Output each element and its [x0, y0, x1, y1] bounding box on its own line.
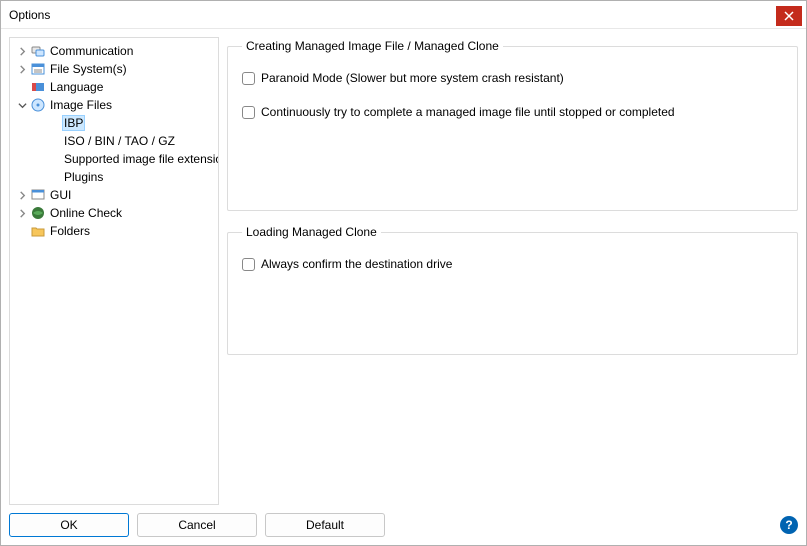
tree-item-label: Plugins	[62, 170, 105, 184]
content-panel: Creating Managed Image File / Managed Cl…	[227, 37, 798, 505]
chevron-right-icon[interactable]	[14, 209, 30, 218]
tree-item-language[interactable]: Language	[10, 78, 218, 96]
ok-button[interactable]: OK	[9, 513, 129, 537]
tree-item-communication[interactable]: Communication	[10, 42, 218, 60]
tree-item-label: GUI	[48, 188, 73, 202]
lang-icon	[30, 79, 46, 95]
chevron-right-icon[interactable]	[14, 65, 30, 74]
tree-item-label: Language	[48, 80, 105, 94]
tree-item-label: IBP	[62, 115, 85, 131]
dialog-body: Communication File System(s) Language Image…	[1, 29, 806, 509]
chevron-right-icon[interactable]	[14, 191, 30, 200]
tree-item-online-check[interactable]: Online Check	[10, 204, 218, 222]
image-icon	[30, 97, 46, 113]
tree-item-folders[interactable]: Folders	[10, 222, 218, 240]
tree-item-supported-image-file-extension[interactable]: Supported image file extension	[10, 150, 218, 168]
tree-item-label: Communication	[48, 44, 135, 58]
tree-item-label: Image Files	[48, 98, 114, 112]
folder-icon	[30, 223, 46, 239]
tree-item-gui[interactable]: GUI	[10, 186, 218, 204]
titlebar: Options	[1, 1, 806, 29]
tree-item-file-system-s[interactable]: File System(s)	[10, 60, 218, 78]
chevron-right-icon[interactable]	[14, 47, 30, 56]
tree-item-label: ISO / BIN / TAO / GZ	[62, 134, 177, 148]
group-creating-managed: Creating Managed Image File / Managed Cl…	[227, 39, 798, 211]
chevron-down-icon[interactable]	[14, 101, 30, 110]
cancel-button[interactable]: Cancel	[137, 513, 257, 537]
group-loading-legend: Loading Managed Clone	[242, 225, 381, 239]
tree-item-image-files[interactable]: Image Files	[10, 96, 218, 114]
group-loading-managed: Loading Managed Clone Always confirm the…	[227, 225, 798, 355]
navigation-tree-panel: Communication File System(s) Language Image…	[9, 37, 219, 505]
checkbox-icon	[242, 72, 255, 85]
checkbox-label: Continuously try to complete a managed i…	[261, 105, 675, 119]
group-creating-legend: Creating Managed Image File / Managed Cl…	[242, 39, 503, 53]
tree-item-label: Folders	[48, 224, 92, 238]
button-bar: OK Cancel Default ?	[1, 509, 806, 545]
checkbox-confirm-destination[interactable]: Always confirm the destination drive	[242, 257, 783, 271]
comm-icon	[30, 43, 46, 59]
checkbox-label: Always confirm the destination drive	[261, 257, 452, 271]
tree-item-label: Supported image file extension	[62, 152, 218, 166]
tree-item-label: File System(s)	[48, 62, 129, 76]
checkbox-continuous-retry[interactable]: Continuously try to complete a managed i…	[242, 105, 783, 119]
checkbox-icon	[242, 106, 255, 119]
close-button[interactable]	[776, 6, 802, 26]
tree-item-ibp[interactable]: IBP	[10, 114, 218, 132]
navigation-tree[interactable]: Communication File System(s) Language Image…	[10, 38, 218, 504]
window-title: Options	[9, 8, 50, 22]
tree-item-iso-bin-tao-gz[interactable]: ISO / BIN / TAO / GZ	[10, 132, 218, 150]
help-button[interactable]: ?	[780, 516, 798, 534]
close-icon	[784, 11, 794, 21]
checkbox-icon	[242, 258, 255, 271]
fs-icon	[30, 61, 46, 77]
checkbox-label: Paranoid Mode (Slower but more system cr…	[261, 71, 564, 85]
gui-icon	[30, 187, 46, 203]
tree-item-label: Online Check	[48, 206, 124, 220]
default-button[interactable]: Default	[265, 513, 385, 537]
tree-item-plugins[interactable]: Plugins	[10, 168, 218, 186]
online-icon	[30, 205, 46, 221]
checkbox-paranoid-mode[interactable]: Paranoid Mode (Slower but more system cr…	[242, 71, 783, 85]
